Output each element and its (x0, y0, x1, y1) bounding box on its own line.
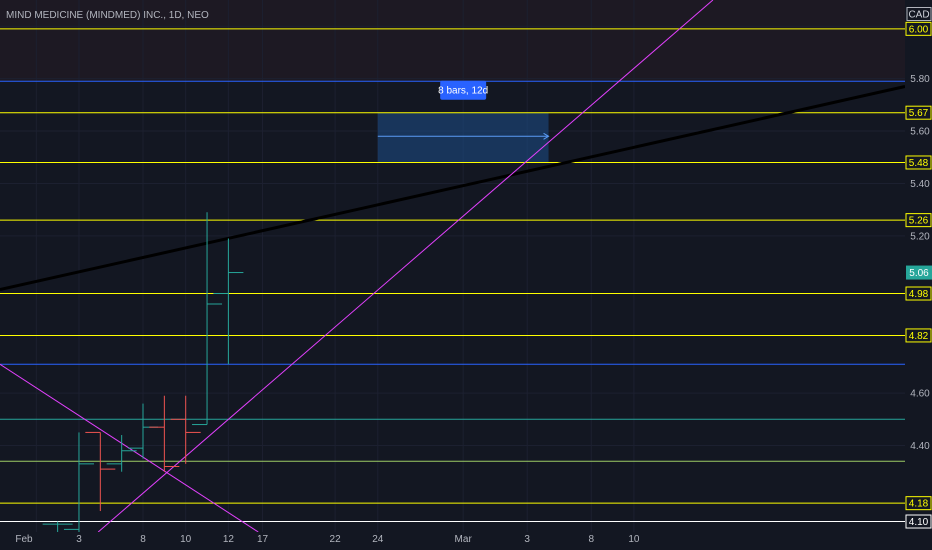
x-tick-label: Feb (15, 534, 33, 545)
measure-box (377, 112, 549, 163)
x-tick-label: Mar (455, 534, 473, 545)
measure-badge: 8 bars, 12d (438, 80, 488, 100)
level-label-text: 5.67 (909, 108, 929, 119)
measure-badge-label: 8 bars, 12d (438, 86, 488, 97)
last-price-badge: 5.06 (906, 265, 932, 280)
price-chart[interactable]: 8 bars, 12d6.005.805.605.405.204.604.406… (0, 0, 932, 550)
currency-badge: CAD (906, 7, 932, 21)
y-tick-label: 5.80 (910, 74, 930, 85)
chart-canvas[interactable]: 8 bars, 12d6.005.805.605.405.204.604.406… (0, 0, 932, 550)
x-tick-label: 12 (223, 534, 235, 545)
level-label-text: 6.00 (909, 24, 929, 35)
time-axis (0, 532, 905, 550)
y-tick-label: 5.20 (910, 231, 930, 242)
x-tick-label: 22 (330, 534, 342, 545)
y-tick-label: 5.60 (910, 127, 930, 138)
level-label: 5.26 (905, 213, 932, 228)
level-label: 4.18 (905, 496, 932, 511)
level-label-text: 5.48 (909, 158, 929, 169)
x-tick-label: 17 (257, 534, 269, 545)
x-tick-label: 8 (588, 534, 594, 545)
currency-badge-text: CAD (908, 10, 929, 21)
level-label: 4.10 (905, 514, 932, 529)
last-price-text: 5.06 (909, 268, 929, 279)
level-label-text: 4.10 (909, 517, 929, 528)
x-tick-label: 3 (76, 534, 82, 545)
level-label-text: 4.18 (909, 499, 929, 510)
level-label: 4.82 (905, 328, 932, 343)
level-label-text: 4.98 (909, 289, 929, 300)
y-tick-label: 4.60 (910, 389, 930, 400)
level-label: 5.67 (905, 105, 932, 120)
level-label-text: 5.26 (909, 216, 929, 227)
y-tick-label: 4.40 (910, 441, 930, 452)
level-label: 4.98 (905, 286, 932, 301)
x-tick-label: 3 (524, 534, 530, 545)
chart-title: MIND MEDICINE (MINDMED) INC., 1D, NEO (6, 10, 209, 21)
level-label: 5.48 (905, 155, 932, 170)
x-tick-label: 8 (140, 534, 146, 545)
x-tick-label: 10 (180, 534, 192, 545)
level-label-text: 4.82 (909, 331, 929, 342)
y-tick-label: 5.40 (910, 179, 930, 190)
x-tick-label: 10 (628, 534, 640, 545)
level-label: 6.00 (905, 21, 932, 36)
x-tick-label: 24 (372, 534, 384, 545)
